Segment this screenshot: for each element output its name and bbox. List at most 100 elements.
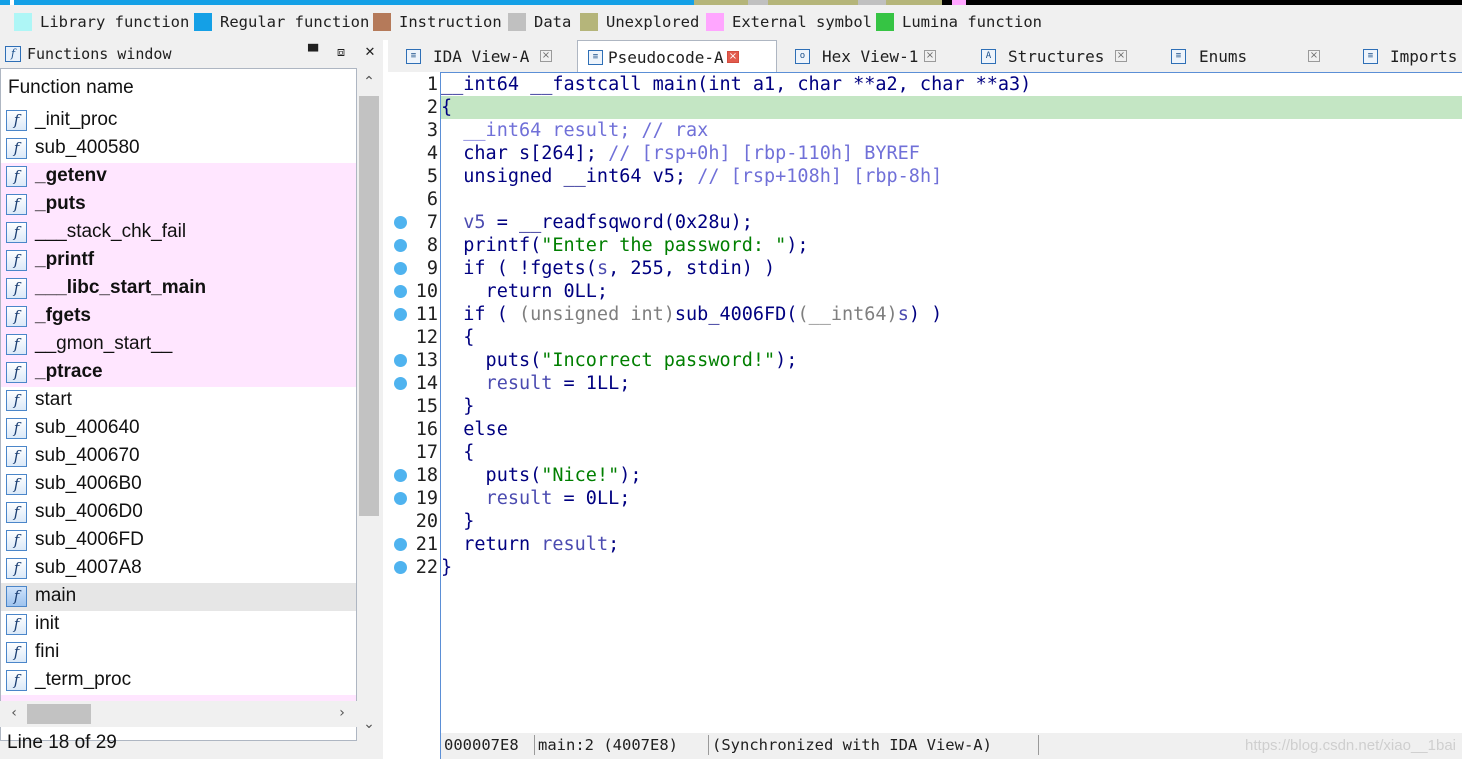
breakpoint-dot-icon[interactable] bbox=[394, 216, 407, 229]
function-list-item[interactable]: f __gmon_start__ bbox=[1, 331, 356, 359]
function-list-item[interactable]: f _fgets bbox=[1, 303, 356, 331]
code-line[interactable]: printf("Enter the password: "); bbox=[441, 234, 1462, 257]
line-number: 6 bbox=[426, 189, 438, 210]
scroll-up-icon[interactable]: ⌃ bbox=[357, 74, 381, 90]
breakpoint-dot-icon[interactable] bbox=[394, 239, 407, 252]
code-line[interactable]: result = 0LL; bbox=[441, 487, 1462, 510]
function-list-item[interactable]: f _init_proc bbox=[1, 107, 356, 135]
code-line[interactable]: else bbox=[441, 418, 1462, 441]
code-line[interactable]: if ( (unsigned int)sub_4006FD((__int64)s… bbox=[441, 303, 1462, 326]
function-list-item[interactable]: f ___libc_start_main bbox=[1, 275, 356, 303]
tab-structures[interactable]: A Structures × bbox=[963, 40, 1153, 72]
tab-label: Imports bbox=[1390, 47, 1458, 66]
function-list-item[interactable]: f _ptrace bbox=[1, 359, 356, 387]
legend-item: Data bbox=[508, 12, 571, 32]
close-icon[interactable]: ✕ bbox=[362, 44, 378, 62]
scroll-left-icon[interactable]: ‹ bbox=[2, 705, 26, 721]
breakpoint-dot-icon[interactable] bbox=[394, 561, 407, 574]
function-list-item[interactable]: f _term_proc bbox=[1, 667, 356, 695]
code-line[interactable]: } bbox=[441, 395, 1462, 418]
breakpoint-dot-icon[interactable] bbox=[394, 538, 407, 551]
function-name: _printf bbox=[35, 249, 95, 270]
function-name: fini bbox=[35, 641, 60, 662]
code-line[interactable]: puts("Incorrect password!"); bbox=[441, 349, 1462, 372]
legend-swatch bbox=[876, 13, 894, 31]
code-line[interactable]: } bbox=[441, 510, 1462, 533]
function-list-item[interactable]: f sub_4007A8 bbox=[1, 555, 356, 583]
tab-close-icon[interactable]: × bbox=[727, 51, 739, 63]
code-line[interactable]: char s[264]; // [rsp+0h] [rbp-110h] BYRE… bbox=[441, 142, 1462, 165]
tab-close-icon[interactable]: × bbox=[1308, 50, 1320, 62]
breakpoint-dot-icon[interactable] bbox=[394, 469, 407, 482]
function-list-item[interactable]: f sub_4006D0 bbox=[1, 499, 356, 527]
scrollbar-thumb[interactable] bbox=[27, 704, 91, 724]
function-list-item[interactable]: f init bbox=[1, 611, 356, 639]
breakpoint-dot-icon[interactable] bbox=[394, 285, 407, 298]
function-icon: f bbox=[6, 502, 27, 523]
function-name: start bbox=[35, 389, 72, 410]
code-line[interactable]: } bbox=[441, 556, 1462, 579]
functions-horizontal-scrollbar[interactable]: ‹ › bbox=[0, 701, 357, 727]
function-name: _ptrace bbox=[35, 361, 103, 382]
code-line[interactable]: return 0LL; bbox=[441, 280, 1462, 303]
functions-vertical-scrollbar[interactable]: ⌃ ⌄ bbox=[357, 68, 381, 741]
function-list-item[interactable]: f _getenv bbox=[1, 163, 356, 191]
code-line[interactable] bbox=[441, 188, 1462, 211]
breakpoint-dot-icon[interactable] bbox=[394, 308, 407, 321]
code-line[interactable]: __int64 __fastcall main(int a1, char **a… bbox=[441, 73, 1462, 96]
tab-hex-view-1[interactable]: o Hex View-1 × bbox=[777, 40, 963, 72]
tab-close-icon[interactable]: × bbox=[540, 50, 552, 62]
function-name: sub_400670 bbox=[35, 445, 140, 466]
scroll-right-icon[interactable]: › bbox=[330, 705, 354, 721]
function-list-item[interactable]: f sub_4006FD bbox=[1, 527, 356, 555]
code-line[interactable]: { bbox=[441, 441, 1462, 464]
code-line[interactable]: return result; bbox=[441, 533, 1462, 556]
minimize-icon[interactable]: ▀ bbox=[305, 44, 321, 62]
tab-pseudocode-a[interactable]: ≡ Pseudocode-A × bbox=[577, 40, 777, 73]
tab-ida-view-a[interactable]: ≡ IDA View-A × bbox=[388, 40, 577, 72]
function-name: sub_400580 bbox=[35, 137, 140, 158]
function-list-item[interactable]: f ___stack_chk_fail bbox=[1, 219, 356, 247]
pseudocode-view[interactable]: __int64 __fastcall main(int a1, char **a… bbox=[440, 72, 1462, 733]
line-number: 8 bbox=[426, 235, 438, 256]
code-line[interactable]: puts("Nice!"); bbox=[441, 464, 1462, 487]
code-line[interactable]: { bbox=[441, 326, 1462, 349]
functions-list[interactable]: Function name f _init_proc f sub_400580 f _ge… bbox=[0, 68, 357, 741]
scroll-down-icon[interactable]: ⌄ bbox=[357, 716, 381, 732]
breakpoint-dot-icon[interactable] bbox=[394, 377, 407, 390]
tab-label: IDA View-A bbox=[433, 47, 530, 66]
float-window-icon[interactable]: ⧈ bbox=[333, 44, 349, 62]
code-line[interactable]: v5 = __readfsqword(0x28u); bbox=[441, 211, 1462, 234]
function-list-item[interactable]: f start bbox=[1, 387, 356, 415]
code-line[interactable]: result = 1LL; bbox=[441, 372, 1462, 395]
function-list-item[interactable]: f sub_4006B0 bbox=[1, 471, 356, 499]
breakpoint-dot-icon[interactable] bbox=[394, 492, 407, 505]
line-number: 10 bbox=[415, 281, 438, 302]
function-list-item[interactable]: f sub_400670 bbox=[1, 443, 356, 471]
code-line[interactable]: { bbox=[441, 96, 1462, 119]
line-number: 5 bbox=[426, 166, 438, 187]
code-line[interactable]: __int64 result; // rax bbox=[441, 119, 1462, 142]
scrollbar-thumb[interactable] bbox=[359, 96, 379, 516]
line-number: 21 bbox=[415, 534, 438, 555]
function-list-item[interactable]: f sub_400580 bbox=[1, 135, 356, 163]
tab-close-icon[interactable]: × bbox=[924, 50, 936, 62]
code-line[interactable]: unsigned __int64 v5; // [rsp+108h] [rbp-… bbox=[441, 165, 1462, 188]
function-list-item[interactable]: f fini bbox=[1, 639, 356, 667]
tab-enums[interactable]: ≡ Enums × bbox=[1153, 40, 1345, 72]
function-list-item[interactable]: f _puts bbox=[1, 191, 356, 219]
line-number: 11 bbox=[415, 304, 438, 325]
function-list-item[interactable]: f _printf bbox=[1, 247, 356, 275]
breakpoint-dot-icon[interactable] bbox=[394, 354, 407, 367]
functions-status-line: Line 18 of 29 bbox=[7, 732, 117, 753]
function-list-item[interactable]: f main bbox=[1, 583, 356, 611]
function-name: main bbox=[35, 585, 77, 606]
tab-close-icon[interactable]: × bbox=[1115, 50, 1127, 62]
tab-imports[interactable]: ≡ Imports bbox=[1345, 40, 1462, 72]
function-icon: f bbox=[6, 278, 27, 299]
code-line[interactable]: if ( !fgets(s, 255, stdin) ) bbox=[441, 257, 1462, 280]
column-header-function-name[interactable]: Function name bbox=[1, 69, 356, 105]
function-list-item[interactable]: f sub_400640 bbox=[1, 415, 356, 443]
breakpoint-dot-icon[interactable] bbox=[394, 262, 407, 275]
